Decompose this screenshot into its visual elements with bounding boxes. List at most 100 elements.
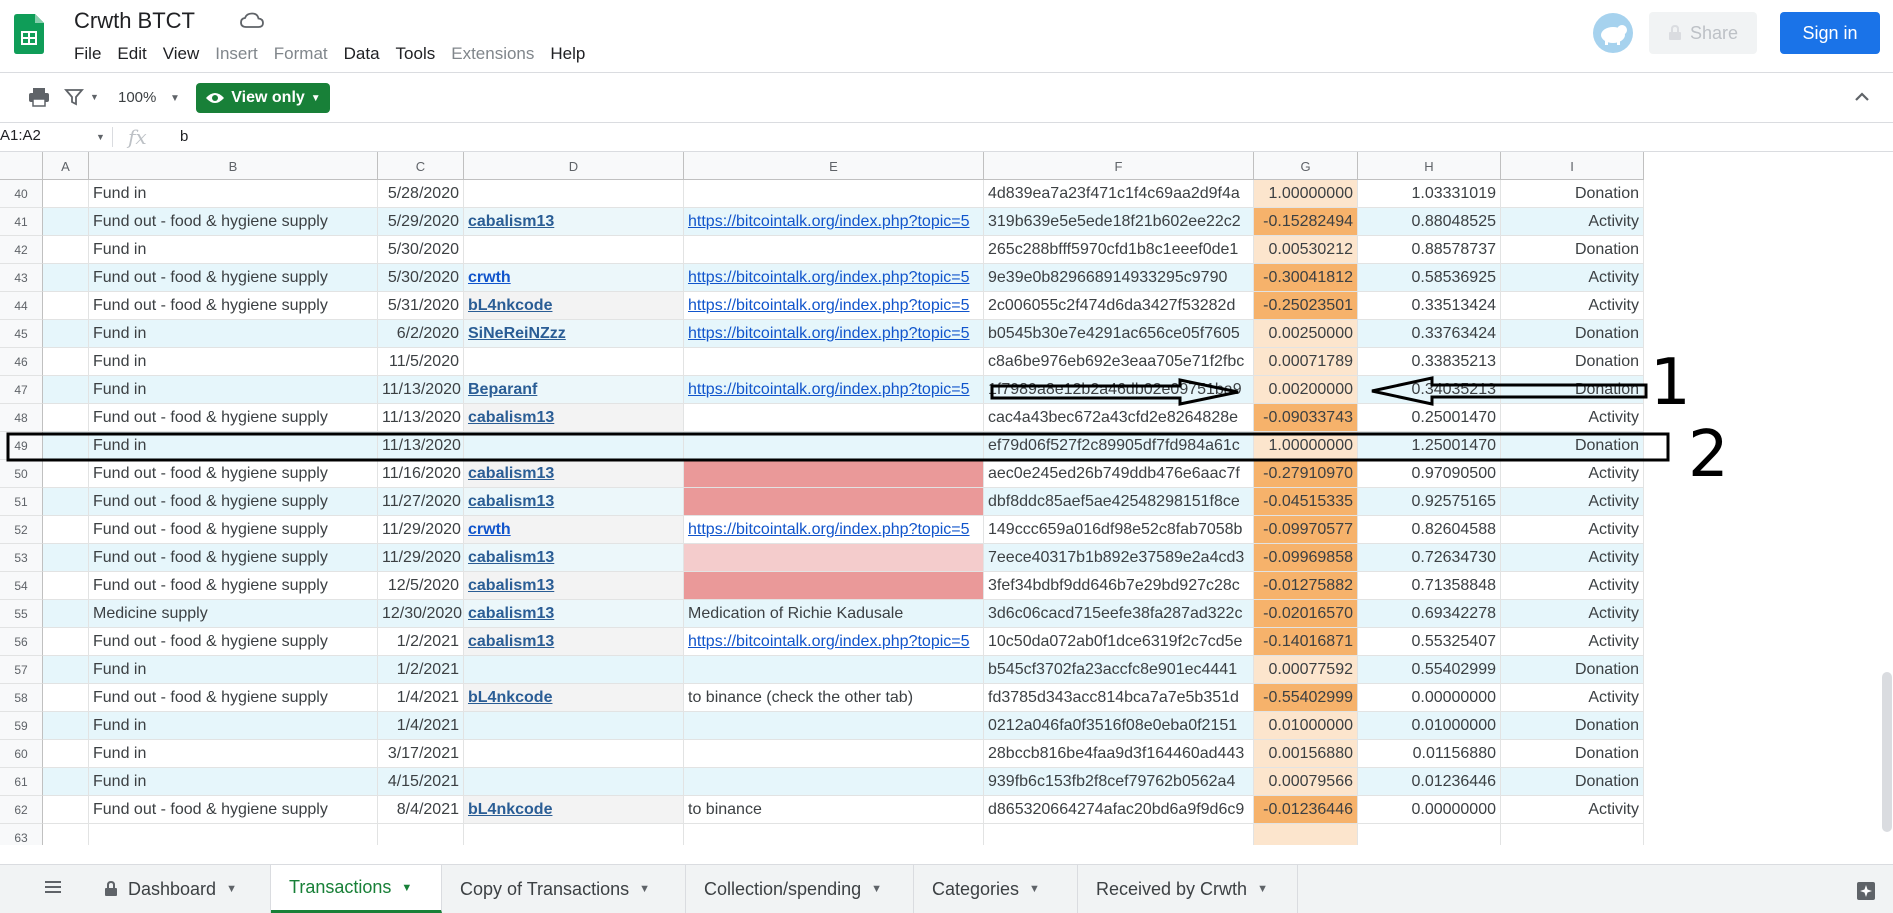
cell-i[interactable]: Activity [1501,292,1644,320]
cell-e[interactable] [684,824,984,845]
cell-a[interactable] [43,488,89,516]
cell-c[interactable]: 1/4/2021 [378,712,464,740]
cell-a[interactable] [43,684,89,712]
cell-g[interactable]: -0.09969858 [1254,544,1358,572]
cell-c[interactable]: 11/16/2020 [378,460,464,488]
cell-h[interactable]: 0.00000000 [1358,684,1501,712]
cell-e[interactable] [684,572,984,600]
cell-e[interactable] [684,544,984,572]
sheet-tab-dashboard[interactable]: Dashboard ▼ [86,865,271,913]
cell-g[interactable]: -0.09033743 [1254,404,1358,432]
cell-h[interactable]: 0.58536925 [1358,264,1501,292]
vertical-scrollbar[interactable] [1882,672,1892,832]
sign-in-button[interactable]: Sign in [1780,12,1880,54]
column-header-c[interactable]: C [378,152,464,180]
cell-h[interactable]: 0.71358848 [1358,572,1501,600]
cell-f[interactable]: dbf8ddc85aef5ae42548298151f8ce [984,488,1254,516]
cell-a[interactable] [43,628,89,656]
cell-d[interactable] [464,740,684,768]
filter-dropdown-icon[interactable]: ▼ [90,92,99,102]
cell-i[interactable]: Donation [1501,236,1644,264]
cell-h[interactable]: 1.25001470 [1358,432,1501,460]
cell-c[interactable]: 1/4/2021 [378,684,464,712]
cell-i[interactable]: Donation [1501,740,1644,768]
cell-a[interactable] [43,516,89,544]
cell-g[interactable]: -0.01236446 [1254,796,1358,824]
tab-menu-caret-icon[interactable]: ▼ [871,883,882,895]
zoom-dropdown-icon[interactable]: ▼ [170,93,180,104]
cell-i[interactable]: Donation [1501,348,1644,376]
row-header[interactable]: 61 [0,768,43,796]
cell-b[interactable]: Fund in [89,712,378,740]
cell-c[interactable]: 1/2/2021 [378,628,464,656]
cell-e[interactable]: https://bitcointalk.org/index.php?topic=… [684,264,984,292]
row-header[interactable]: 52 [0,516,43,544]
cell-a[interactable] [43,740,89,768]
cell-f[interactable]: 10c50da072ab0f1dce6319f2c7cd5e [984,628,1254,656]
row-header[interactable]: 57 [0,656,43,684]
cell-h[interactable]: 0.01156880 [1358,740,1501,768]
spreadsheet-grid[interactable]: ABCDEFGHI 40 Fund in 5/28/2020 4d839ea7a23f… [0,152,1893,845]
cell-a[interactable] [43,320,89,348]
menu-format[interactable]: Format [266,42,336,66]
cell-g[interactable]: -0.14016871 [1254,628,1358,656]
cell-h[interactable]: 0.92575165 [1358,488,1501,516]
column-header-a[interactable]: A [43,152,89,180]
cloud-saved-icon[interactable] [240,12,264,30]
cell-d[interactable]: cabalism13 [464,572,684,600]
cell-b[interactable]: Fund out - food & hygiene supply [89,264,378,292]
cell-c[interactable]: 5/29/2020 [378,208,464,236]
cell-a[interactable] [43,768,89,796]
row-header[interactable]: 42 [0,236,43,264]
cell-b[interactable]: Fund in [89,740,378,768]
cell-a[interactable] [43,656,89,684]
cell-f[interactable]: aec0e245ed26b749ddb476e6aac7f [984,460,1254,488]
cell-d[interactable]: cabalism13 [464,544,684,572]
cell-c[interactable]: 11/29/2020 [378,544,464,572]
cell-f[interactable]: 28bccb816be4faa9d3f164460ad443 [984,740,1254,768]
cell-d[interactable] [464,824,684,845]
row-header[interactable]: 44 [0,292,43,320]
cell-e[interactable]: https://bitcointalk.org/index.php?topic=… [684,208,984,236]
cell-d[interactable]: Beparanf [464,376,684,404]
explore-icon[interactable] [1856,881,1876,901]
cell-g[interactable] [1254,824,1358,845]
cell-g[interactable]: 0.01000000 [1254,712,1358,740]
zoom-select[interactable]: 100% [118,89,156,106]
cell-b[interactable]: Fund in [89,236,378,264]
cell-c[interactable]: 11/13/2020 [378,376,464,404]
cell-i[interactable] [1501,824,1644,845]
sheet-tab-categories[interactable]: Categories ▼ [914,865,1078,913]
cell-d[interactable]: cabalism13 [464,600,684,628]
sheets-logo-icon[interactable] [14,14,44,54]
menu-file[interactable]: File [66,42,109,66]
cell-c[interactable]: 5/28/2020 [378,180,464,208]
cell-d[interactable]: bL4nkcode [464,684,684,712]
formula-input[interactable]: b [180,128,188,145]
row-header[interactable]: 45 [0,320,43,348]
view-only-button[interactable]: View only ▼ [196,83,330,113]
cell-i[interactable]: Donation [1501,376,1644,404]
menu-tools[interactable]: Tools [388,42,444,66]
cell-f[interactable]: 3fef34bdbf9dd646b7e29bd927c28c [984,572,1254,600]
cell-f[interactable]: 3d6c06cacd715eefe38fa287ad322c [984,600,1254,628]
menu-edit[interactable]: Edit [109,42,154,66]
cell-h[interactable]: 0.33763424 [1358,320,1501,348]
cell-a[interactable] [43,236,89,264]
cell-a[interactable] [43,376,89,404]
cell-e[interactable] [684,180,984,208]
name-box-dropdown-icon[interactable]: ▼ [96,132,105,142]
row-header[interactable]: 43 [0,264,43,292]
sheet-tab-received-by-crwth[interactable]: Received by Crwth ▼ [1078,865,1298,913]
cell-b[interactable]: Fund out - food & hygiene supply [89,208,378,236]
cell-b[interactable] [89,824,378,845]
row-header[interactable]: 53 [0,544,43,572]
cell-i[interactable]: Donation [1501,656,1644,684]
cell-f[interactable]: 939fb6c153fb2f8cef79762b0562a4 [984,768,1254,796]
cell-i[interactable]: Activity [1501,628,1644,656]
cell-c[interactable]: 4/15/2021 [378,768,464,796]
cell-g[interactable]: -0.30041812 [1254,264,1358,292]
row-header[interactable]: 54 [0,572,43,600]
cell-e[interactable]: https://bitcointalk.org/index.php?topic=… [684,376,984,404]
cell-g[interactable]: 0.00071789 [1254,348,1358,376]
